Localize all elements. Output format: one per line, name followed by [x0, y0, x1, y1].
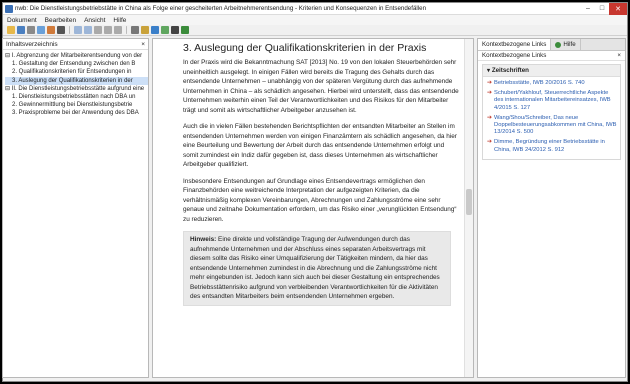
app-icon [5, 4, 13, 13]
links-box: ▾ Zeitschriften ➔ Betriebsstätte, IWB 20/… [482, 64, 621, 160]
toolbar-separator [126, 26, 127, 34]
toc-panel: Inhaltsverzeichnis × ⊟ I. Abgrenzung der… [2, 38, 149, 378]
section-title[interactable]: ▾ Zeitschriften [483, 65, 620, 77]
toc-item[interactable]: 3. Praxisprobleme bei der Anwendung des … [5, 109, 148, 117]
arrow-icon: ➔ [487, 139, 493, 146]
tab-context-links[interactable]: Kontextbezogene Links [478, 39, 552, 50]
hint-text: Eine direkte und vollständige Tragung de… [190, 236, 440, 300]
menu-bar: Dokument Bearbeiten Ansicht Hilfe [3, 15, 627, 25]
help-icon [555, 41, 562, 48]
document-heading: 3. Auslegung der Qualifikationskriterien… [183, 42, 427, 54]
navigate-icon[interactable] [151, 26, 159, 34]
close-button[interactable]: ✕ [609, 2, 627, 15]
back-icon[interactable] [74, 26, 82, 34]
arrow-icon: ➔ [487, 114, 493, 121]
menu-hilfe[interactable]: Hilfe [113, 17, 126, 24]
open-icon[interactable] [7, 26, 15, 34]
context-panel: Kontextbezogene Links Hilfe Kontextbezog… [477, 38, 626, 378]
close-icon[interactable]: × [141, 41, 145, 48]
forward-icon[interactable] [84, 26, 92, 34]
paragraph: In der Praxis wird die Bekanntmachung SA… [183, 59, 459, 114]
menu-dokument[interactable]: Dokument [7, 17, 37, 24]
toc-item[interactable]: ⊟ II. Die Dienstleistungsbetriebsstätte … [5, 85, 148, 93]
toc-item[interactable]: 1. Dienstleistungsbetriebsstätten nach D… [5, 93, 148, 101]
highlight-icon[interactable] [141, 26, 149, 34]
paragraph: Auch die in vielen Fällen bestehenden Be… [183, 123, 457, 168]
journal-link[interactable]: ➔ Wang/Shou/Schreiber, Das neue Doppelbes… [487, 115, 618, 137]
print-icon[interactable] [27, 26, 35, 34]
menu-bearbeiten[interactable]: Bearbeiten [45, 17, 76, 24]
journal-link[interactable]: ➔ Dimme, Begründung einer Betriebsstätte … [487, 139, 618, 153]
toc-item[interactable]: ⊟ I. Abgrenzung der Mitarbeiterentsendun… [5, 52, 148, 60]
arrow-icon: ➔ [487, 90, 493, 97]
toc-item[interactable]: 2. Qualifikationskriterien für Entsendun… [5, 68, 148, 76]
hint-box: Hinweis: Eine direkte und vollständige T… [183, 231, 451, 306]
toc-item[interactable]: 2. Gewinnermittlung bei Dienstleistungsb… [5, 101, 148, 109]
tab-bar: Kontextbezogene Links Hilfe [478, 39, 625, 51]
menu-ansicht[interactable]: Ansicht [84, 17, 105, 24]
vertical-scrollbar[interactable] [464, 39, 473, 377]
info-icon[interactable] [57, 26, 65, 34]
tab-help[interactable]: Hilfe [551, 39, 581, 50]
title-bar: nwb: Die Dienstleistungsbetriebstätte in… [3, 2, 627, 15]
maximize-button[interactable]: □ [595, 3, 609, 15]
paste-icon[interactable] [114, 26, 122, 34]
toolbar [3, 25, 627, 36]
cut-icon[interactable] [94, 26, 102, 34]
copy-icon[interactable] [104, 26, 112, 34]
toc-item[interactable]: 1. Gestaltung der Entsendung zwischen de… [5, 60, 148, 68]
toc-header: Inhaltsverzeichnis [6, 40, 58, 48]
fullscreen-icon[interactable] [171, 26, 179, 34]
email-icon[interactable] [37, 26, 45, 34]
hint-label: Hinweis: [190, 236, 217, 243]
minimize-button[interactable]: – [581, 3, 595, 15]
toc-tree: ⊟ I. Abgrenzung der Mitarbeiterentsendun… [3, 50, 148, 118]
context-header: Kontextbezogene Links [482, 52, 547, 59]
search-icon[interactable] [131, 26, 139, 34]
bookmark-icon[interactable] [47, 26, 55, 34]
toolbar-separator [69, 26, 70, 34]
refresh-icon[interactable] [161, 26, 169, 34]
close-icon[interactable]: × [617, 52, 621, 59]
help-icon[interactable] [181, 26, 189, 34]
paragraph: Insbesondere Entsendungen auf Grundlage … [183, 177, 457, 223]
window-title: nwb: Die Dienstleistungsbetriebstätte in… [15, 5, 427, 12]
save-icon[interactable] [17, 26, 25, 34]
document-view: 3. Auslegung der Qualifikationskriterien… [152, 38, 474, 378]
scrollbar-thumb[interactable] [466, 189, 472, 215]
journal-link[interactable]: ➔ Betriebsstätte, IWB 20/2016 S. 740 [487, 80, 618, 87]
journal-link[interactable]: ➔ Schubert/Yakhlouf, Steuerrechtliche Asp… [487, 90, 618, 112]
arrow-icon: ➔ [487, 80, 493, 86]
toc-item-selected[interactable]: 3. Auslegung der Qualifikationskriterien… [5, 76, 148, 85]
